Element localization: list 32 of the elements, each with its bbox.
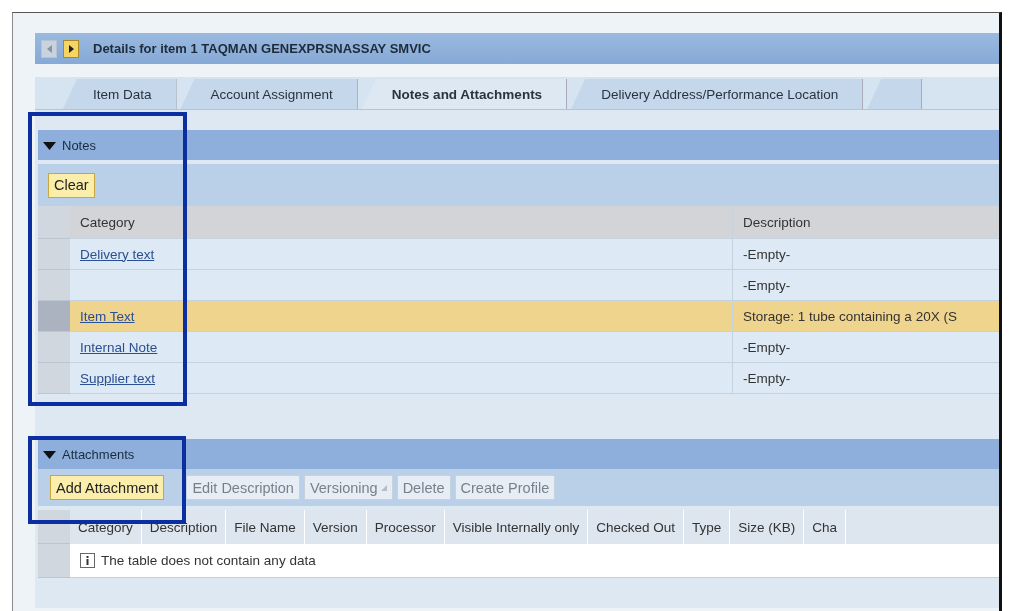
tab[interactable]: Notes and Attachments bbox=[361, 79, 568, 109]
window-title: Details for item 1 TAQMAN GENEXPRSNASSAY SMVIC bbox=[93, 41, 431, 56]
section-header[interactable]: Attachments bbox=[38, 439, 999, 469]
column-header[interactable]: Description bbox=[733, 206, 999, 239]
empty-table-message: The table does not contain any data bbox=[101, 553, 316, 568]
right-arrow-icon bbox=[67, 43, 75, 54]
row-selector[interactable] bbox=[38, 301, 70, 332]
category-link[interactable]: Item Text bbox=[80, 308, 135, 324]
category-link[interactable]: Internal Note bbox=[80, 339, 158, 355]
row-selector[interactable] bbox=[38, 332, 70, 363]
left-arrow-icon bbox=[45, 43, 53, 54]
toolbar-button[interactable]: Add Attachment bbox=[50, 475, 165, 500]
clear-button[interactable]: Clear bbox=[48, 172, 95, 198]
info-icon bbox=[80, 553, 95, 568]
section-title: Attachments bbox=[62, 446, 135, 462]
section-header[interactable]: Notes bbox=[38, 130, 999, 160]
section-title: Notes bbox=[62, 137, 96, 153]
column-header[interactable]: Category bbox=[70, 206, 733, 239]
tab[interactable]: Item Data bbox=[63, 79, 177, 109]
row-selector[interactable] bbox=[38, 239, 70, 270]
row-selector[interactable] bbox=[38, 363, 70, 394]
row-selector[interactable] bbox=[38, 270, 70, 301]
category-link[interactable]: Supplier text bbox=[80, 370, 156, 386]
next-button[interactable] bbox=[63, 39, 79, 58]
tab[interactable] bbox=[867, 79, 923, 109]
dropdown-icon bbox=[380, 484, 387, 491]
tab[interactable]: Delivery Address/Performance Location bbox=[571, 79, 864, 109]
table-cell: Storage: 1 tube containing a 20X (S bbox=[733, 301, 999, 332]
row-selector[interactable] bbox=[38, 544, 70, 578]
tab[interactable]: Account Assignment bbox=[180, 79, 358, 109]
category-link[interactable]: Delivery text bbox=[80, 246, 155, 262]
header-selector bbox=[38, 206, 70, 239]
